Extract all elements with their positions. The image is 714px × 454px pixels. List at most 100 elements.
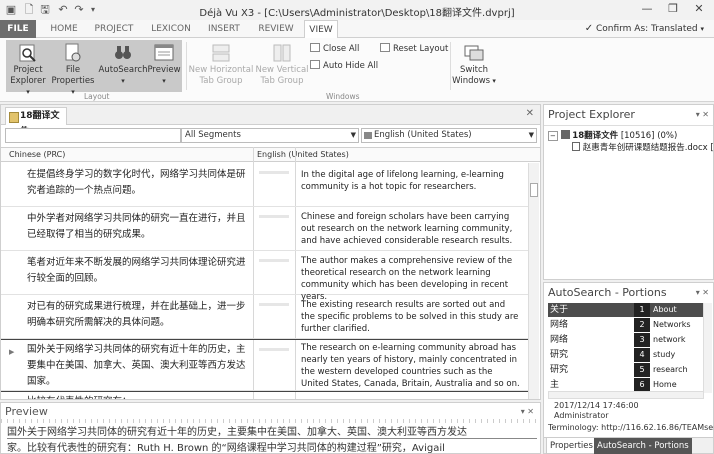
target-text[interactable]: The existing research results are sorted…	[301, 299, 521, 335]
windows-group-label: Windows	[326, 92, 360, 101]
source-text[interactable]: 中外学者对网络学习共同体的研究一直在进行，并且已经取得了相当的研究成果。	[27, 211, 247, 243]
info-date: 2017/12/14 17:46:00	[554, 401, 639, 410]
dropdown-arrow-icon: ▾	[162, 77, 166, 85]
source-column-header[interactable]: Chinese (PRC)	[5, 148, 65, 161]
tab-properties[interactable]: Properties	[546, 438, 597, 454]
file-node[interactable]: 赵惠青年创研课题结题报告.docx [L	[572, 141, 714, 153]
reset-layout-label: Reset Layout	[393, 44, 449, 54]
document-tab[interactable]: 18翻译文件	[5, 107, 67, 137]
translation: research	[650, 363, 704, 377]
preview-controls[interactable]: ▾ ✕	[521, 407, 534, 416]
tab-review[interactable]: REVIEW	[254, 20, 298, 38]
segment-rows: 在提倡终身学习的数字化时代，网络学习共同体是研究者追踪的一个热点问题。 In t…	[1, 163, 528, 399]
target-text[interactable]: Chinese and foreign scholars have been c…	[301, 211, 521, 247]
collapse-icon[interactable]: −	[548, 131, 558, 141]
current-row-arrow-icon: ▶	[9, 348, 15, 356]
language-dropdown[interactable]: English (United States) ▼	[361, 128, 537, 143]
autosearch-row[interactable]: 研究 4 study	[548, 348, 704, 362]
autosearch-row[interactable]: 关于 1 About	[548, 303, 704, 317]
source-text[interactable]: 比较有代表性的研究有：	[27, 394, 247, 399]
project-explorer-label: Project Explorer	[10, 65, 46, 86]
autosearch-label: AutoSearch	[98, 65, 148, 75]
source-word: 研究	[548, 363, 634, 377]
target-text[interactable]: The research on e-learning community abr…	[301, 342, 521, 390]
status-indicator	[259, 303, 289, 306]
tab-project[interactable]: PROJECT	[90, 20, 138, 38]
preview-panel: Preview ▾ ✕ 国外关于网络学习共同体的研究有近十年的历史，主要集中在美…	[0, 402, 541, 454]
close-window-button[interactable]: ✕	[688, 0, 710, 18]
source-text[interactable]: 笔者对近年来不断发展的网络学习共同体理论研究进行较全面的回顾。	[27, 255, 247, 287]
project-stats: [10516] (0%)	[620, 131, 678, 141]
horizontal-split-icon	[212, 44, 230, 62]
segment-row[interactable]: 在提倡终身学习的数字化时代，网络学习共同体是研究者追踪的一个热点问题。 In t…	[1, 163, 528, 207]
tab-insert[interactable]: INSERT	[204, 20, 244, 38]
autosearch-row[interactable]: 主 6 Home	[548, 378, 704, 392]
switch-windows-button[interactable]: Switch Windows ▾	[452, 42, 496, 87]
switch-windows-label: Switch Windows	[452, 65, 491, 86]
autosearch-row[interactable]: 研究 5 research	[548, 363, 704, 377]
new-horizontal-label: New Horizontal Tab Group	[188, 65, 254, 86]
tab-lexicon[interactable]: LEXICON	[146, 20, 196, 38]
autosearch-row[interactable]: 网络 2 Networks	[548, 318, 704, 332]
auto-hide-all-button[interactable]: Auto Hide All	[310, 60, 378, 72]
close-icon[interactable]: ✕	[526, 108, 534, 119]
translation: study	[650, 348, 704, 362]
panel-bottom-tabs: Properties AutoSearch - Portions	[544, 437, 713, 454]
project-node[interactable]: − 18翻译文件 [10516] (0%)	[548, 129, 677, 141]
target-text[interactable]: In the digital age of lifelong learning,…	[301, 169, 521, 193]
preview-line: 国外关于网络学习共同体的研究有近十年的历史，主要集中在美国、加拿大、英国、澳大利…	[7, 423, 537, 439]
scrollbar-thumb[interactable]	[530, 183, 538, 197]
close-all-button[interactable]: Close All	[310, 43, 359, 55]
row-selector-combo[interactable]	[5, 128, 181, 143]
source-text[interactable]: 对已有的研究成果进行梳理，并在此基础上，进一步明确本研究所需解决的具体问题。	[27, 299, 247, 331]
file-properties-label: File Properties	[51, 65, 95, 86]
reset-layout-icon	[380, 43, 390, 52]
tab-file[interactable]: FILE	[0, 20, 36, 38]
preview-button[interactable]: Preview ▾	[146, 42, 182, 87]
panel-controls[interactable]: ▾ ✕	[696, 110, 709, 119]
project-explorer-button[interactable]: Project Explorer ▾	[8, 42, 48, 98]
preview-icon	[154, 44, 174, 61]
reset-layout-button[interactable]: Reset Layout	[380, 43, 448, 55]
row-number: 1	[634, 303, 650, 317]
segment-filter-dropdown[interactable]: All Segments ▼	[181, 128, 359, 143]
title-bar: ▣ 🗋 🖫 ↶ ↷ ▾ Déjà Vu X3 - [C:\Users\Admin…	[0, 0, 714, 20]
file-properties-button[interactable]: File Properties ▾	[50, 42, 96, 98]
target-column-header[interactable]: English (United States)	[253, 148, 349, 161]
segment-row[interactable]: 中外学者对网络学习共同体的研究一直在进行，并且已经取得了相当的研究成果。 Chi…	[1, 207, 528, 251]
project-name: 18翻译文件	[572, 131, 619, 141]
auto-hide-all-label: Auto Hide All	[323, 61, 379, 71]
new-horizontal-tab-group-button[interactable]: New Horizontal Tab Group	[188, 42, 254, 87]
autosearch-row[interactable]: 网络 3 network	[548, 333, 704, 347]
minimize-button[interactable]: —	[636, 0, 658, 18]
row-number: 6	[634, 378, 650, 392]
restore-button[interactable]: ❐	[662, 0, 684, 18]
panel-controls[interactable]: ▾ ✕	[696, 288, 709, 297]
chevron-down-icon: ▾	[700, 25, 704, 33]
project-explorer-panel: Project Explorer ▾ ✕ − 18翻译文件 [10516] (0…	[543, 104, 714, 280]
segment-row[interactable]: 对已有的研究成果进行梳理，并在此基础上，进一步明确本研究所需解决的具体问题。 T…	[1, 295, 528, 339]
translation: Home	[650, 378, 704, 392]
segment-row[interactable]: 笔者对近年来不断发展的网络学习共同体理论研究进行较全面的回顾。 The auth…	[1, 251, 528, 302]
new-vertical-tab-group-button[interactable]: New Vertical Tab Group	[254, 42, 310, 87]
file-name: 赵惠青年创研课题结题报告.docx [L	[582, 143, 714, 153]
autosearch-panel: AutoSearch - Portions ▾ ✕ 关于 1 About 网络 2 Ne…	[543, 282, 714, 454]
row-number: 5	[634, 363, 650, 377]
translation: About	[650, 303, 704, 317]
autosearch-horizontal-scrollbar[interactable]	[548, 391, 704, 399]
tab-home[interactable]: HOME	[46, 20, 82, 38]
confirm-as-dropdown[interactable]: ✓ Confirm As: Translated ▾	[585, 23, 704, 34]
layout-group-label: Layout	[84, 92, 110, 101]
segment-row[interactable]: 比较有代表性的研究有：	[1, 391, 528, 399]
autosearch-button[interactable]: AutoSearch ▾	[98, 42, 148, 87]
source-text[interactable]: 国外关于网络学习共同体的研究有近十年的历史，主要集中在美国、加拿大、英国、澳大利…	[27, 342, 247, 390]
tab-view[interactable]: VIEW	[304, 20, 338, 39]
source-text[interactable]: 在提倡终身学习的数字化时代，网络学习共同体是研究者追踪的一个热点问题。	[27, 167, 247, 199]
preview-label: Preview	[147, 65, 181, 75]
dropdown-arrow-icon: ▾	[121, 77, 125, 85]
tab-autosearch-portions[interactable]: AutoSearch - Portions	[594, 438, 692, 454]
segment-row-active[interactable]: ▶ 国外关于网络学习共同体的研究有近十年的历史，主要集中在美国、加拿大、英国、澳…	[1, 339, 528, 391]
info-user: Administrator	[554, 411, 609, 420]
grid-scrollbar[interactable]	[528, 163, 539, 399]
autosearch-scrollbar[interactable]	[703, 303, 712, 393]
